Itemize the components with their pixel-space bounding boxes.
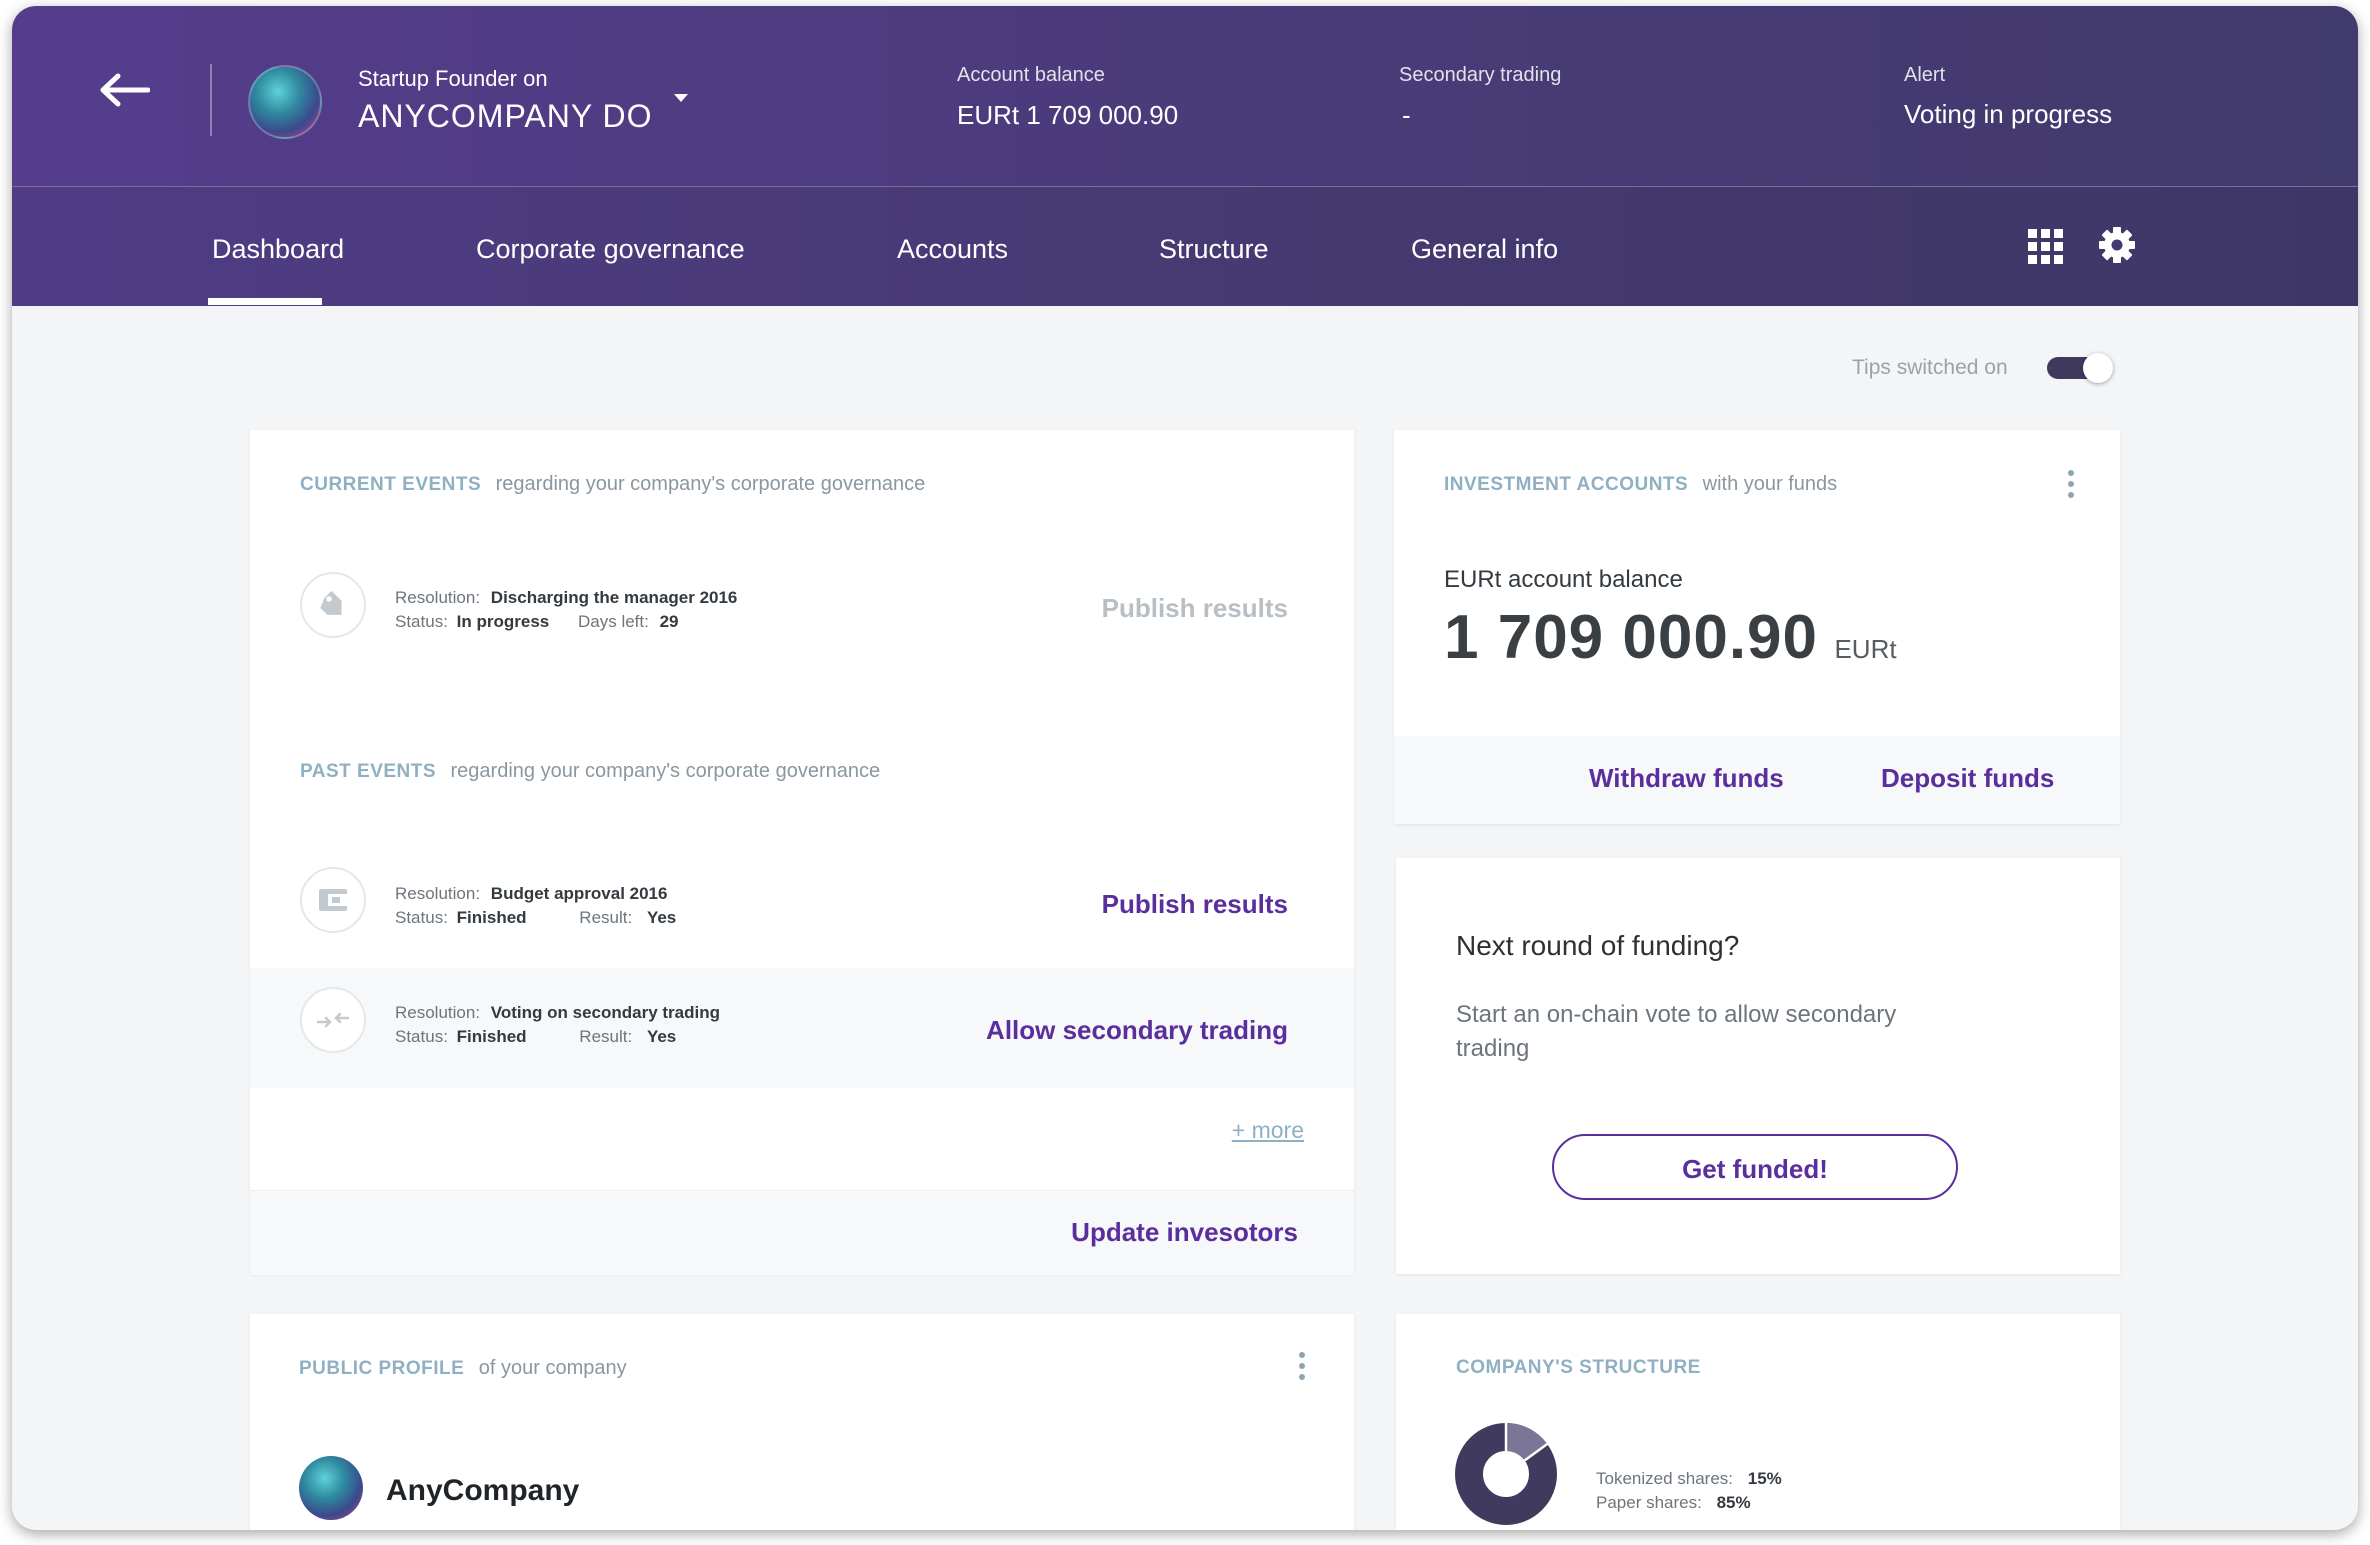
tokenized-shares-slice [1505, 1423, 1548, 1462]
company-avatar[interactable] [248, 65, 322, 139]
more-options-icon[interactable] [2067, 470, 2075, 500]
withdraw-funds-button[interactable]: Withdraw funds [1589, 763, 1784, 794]
past-event-status: Status: Finished Result: Yes [395, 1027, 677, 1046]
company-switcher[interactable]: ANYCOMPANY DO [358, 98, 653, 135]
eurt-balance-value: 1 709 000.90 [1444, 603, 1819, 672]
tab-dashboard[interactable]: Dashboard [212, 234, 344, 265]
public-profile-subtitle: of your company [478, 1357, 627, 1379]
back-arrow-icon[interactable] [98, 72, 150, 108]
tab-accounts[interactable]: Accounts [897, 234, 1008, 265]
past-event-status: Status: Finished Result: Yes [395, 908, 677, 927]
secondary-trading-value: - [1402, 100, 1411, 130]
company-name: AnyCompany [386, 1474, 580, 1507]
tips-label: Tips switched on [1852, 356, 2008, 379]
more-link[interactable]: + more [1232, 1117, 1304, 1144]
wallet-icon [319, 889, 347, 911]
tab-structure[interactable]: Structure [1159, 234, 1269, 265]
investment-accounts-footer: Withdraw funds Deposit funds [1394, 736, 2120, 824]
events-card: CURRENT EVENTS regarding your company's … [250, 430, 1354, 1275]
funding-title: Next round of funding? [1456, 930, 1740, 961]
get-funded-button[interactable]: Get funded! [1552, 1134, 1958, 1200]
past-event-resolution: Resolution: Voting on secondary trading [395, 1003, 720, 1022]
tab-corporate-governance[interactable]: Corporate governance [476, 234, 745, 265]
past-event-resolution: Resolution: Budget approval 2016 [395, 884, 668, 903]
structure-donut-chart [1455, 1423, 1557, 1525]
current-event-status: Status: In progress Days left: 29 [395, 612, 679, 631]
event-icon-circle [300, 572, 366, 638]
investment-accounts-subtitle: with your funds [1702, 473, 1838, 495]
active-tab-indicator [208, 298, 322, 305]
allow-secondary-trading-button[interactable]: Allow secondary trading [986, 1015, 1288, 1046]
past-events-title: PAST EVENTS [300, 761, 437, 782]
tips-toggle[interactable] [2047, 353, 2113, 383]
alert-label: Alert [1904, 64, 1946, 86]
current-events-title: CURRENT EVENTS [300, 474, 482, 495]
account-balance-label: Account balance [957, 64, 1105, 86]
header-divider [210, 64, 212, 136]
tokenized-shares-legend: Tokenized shares: 15% [1596, 1469, 1782, 1488]
account-balance-value: EURt 1 709 000.90 [957, 100, 1179, 130]
event-icon-circle [300, 867, 366, 933]
eurt-balance-label: EURt account balance [1444, 566, 1683, 593]
investment-accounts-card: INVESTMENT ACCOUNTS with your funds EURt… [1394, 430, 2120, 824]
current-events-header: CURRENT EVENTS regarding your company's … [300, 473, 925, 496]
current-event-resolution: Resolution: Discharging the manager 2016 [395, 588, 738, 607]
funding-card: Next round of funding? Start an on-chain… [1396, 858, 2120, 1274]
main-nav: Dashboard Corporate governance Accounts … [12, 187, 2358, 306]
investment-accounts-header: INVESTMENT ACCOUNTS with your funds [1444, 473, 1837, 496]
company-logo [299, 1456, 363, 1520]
investment-accounts-title: INVESTMENT ACCOUNTS [1444, 474, 1689, 495]
tab-general-info[interactable]: General info [1411, 234, 1558, 265]
app-window: Startup Founder on ANYCOMPANY DO Account… [12, 6, 2358, 1530]
public-profile-card: PUBLIC PROFILE of your company AnyCompan… [250, 1314, 1354, 1530]
tag-icon [320, 590, 342, 615]
secondary-trading-label: Secondary trading [1399, 64, 1562, 86]
gear-icon[interactable] [2098, 226, 2136, 264]
user-role: Startup Founder on [358, 66, 548, 91]
past-events-subtitle: regarding your company's corporate gover… [450, 760, 881, 782]
update-investors-button[interactable]: Update invesotors [1071, 1217, 1298, 1248]
company-structure-title: COMPANY'S STRUCTURE [1456, 1357, 1701, 1378]
eurt-balance: 1 709 000.90 EURt [1444, 602, 1897, 673]
event-icon-circle [300, 987, 366, 1053]
apps-grid-icon[interactable] [2028, 229, 2064, 265]
events-card-footer: Update invesotors [250, 1190, 1354, 1275]
publish-results-disabled-button[interactable]: Publish results [1102, 593, 1288, 624]
public-profile-header: PUBLIC PROFILE of your company [299, 1357, 627, 1380]
more-options-icon[interactable] [1298, 1352, 1306, 1382]
chevron-down-icon[interactable] [674, 94, 688, 102]
funding-text: Start an on-chain vote to allow secondar… [1456, 1001, 1897, 1062]
public-profile-title: PUBLIC PROFILE [299, 1358, 465, 1379]
eurt-currency: EURt [1834, 634, 1897, 664]
company-structure-card: COMPANY'S STRUCTURE Tokenized shares: 15… [1396, 1314, 2120, 1530]
top-header: Startup Founder on ANYCOMPANY DO Account… [12, 6, 2358, 187]
paper-shares-legend: Paper shares: 85% [1596, 1493, 1751, 1512]
transfer-arrows-icon [316, 1012, 350, 1028]
alert-value[interactable]: Voting in progress [1904, 99, 2112, 130]
publish-results-button[interactable]: Publish results [1102, 889, 1288, 920]
past-events-header: PAST EVENTS regarding your company's cor… [300, 760, 880, 783]
deposit-funds-button[interactable]: Deposit funds [1881, 763, 2054, 794]
current-events-subtitle: regarding your company's corporate gover… [495, 473, 926, 495]
